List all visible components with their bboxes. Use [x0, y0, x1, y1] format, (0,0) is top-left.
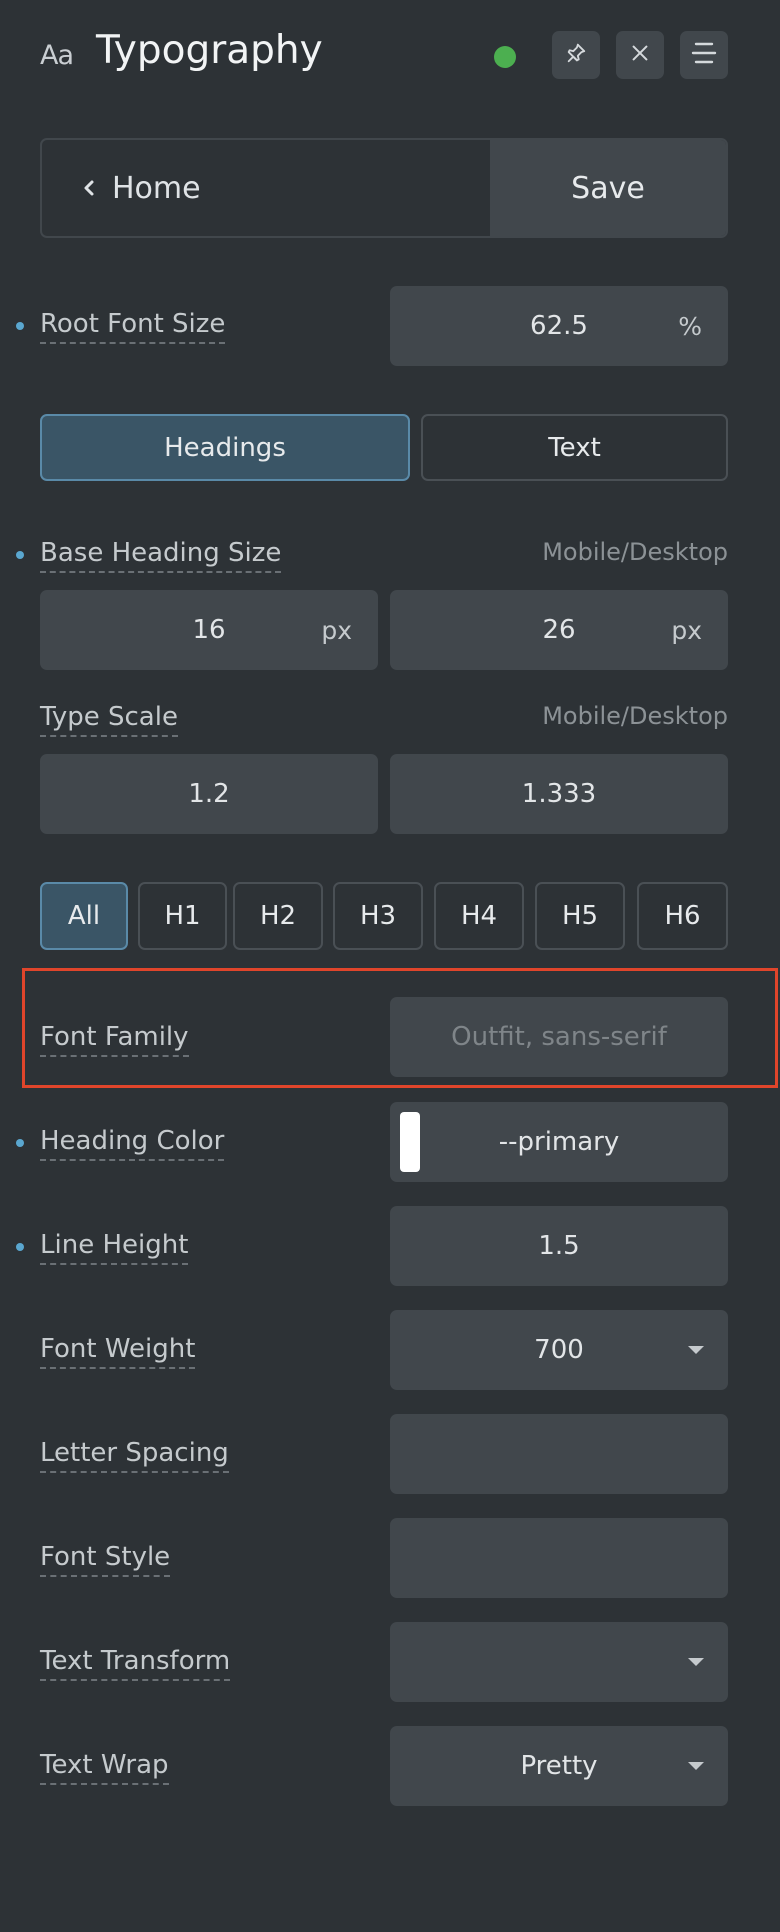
line-height-input[interactable]: 1.5 — [390, 1206, 728, 1286]
chevron-down-icon — [688, 1658, 704, 1666]
status-indicator — [494, 46, 516, 68]
root-font-size-input[interactable]: 62.5 % — [390, 286, 728, 366]
base-heading-size-mobile-input[interactable]: 16 px — [40, 590, 378, 670]
menu-button[interactable] — [680, 31, 728, 79]
chevron-down-icon — [688, 1762, 704, 1770]
close-button[interactable] — [616, 31, 664, 79]
root-font-size-label: Root Font Size — [40, 309, 226, 345]
tab-h2[interactable]: H2 — [233, 882, 323, 950]
modified-indicator — [16, 551, 24, 559]
base-heading-size-desktop-unit: px — [671, 615, 702, 645]
chevron-left-icon — [82, 179, 96, 197]
menu-icon — [690, 39, 718, 71]
root-font-size-value: 62.5 — [530, 311, 588, 341]
modified-indicator — [16, 1243, 24, 1251]
line-height-label: Line Height — [40, 1230, 189, 1266]
font-weight-select[interactable]: 700 — [390, 1310, 728, 1390]
font-family-placeholder: Outfit, sans-serif — [451, 1022, 667, 1052]
font-family-input[interactable]: Outfit, sans-serif — [390, 997, 728, 1077]
base-heading-size-desktop-input[interactable]: 26 px — [390, 590, 728, 670]
heading-color-label: Heading Color — [40, 1126, 225, 1162]
text-transform-label: Text Transform — [40, 1646, 231, 1682]
tab-all[interactable]: All — [40, 882, 128, 950]
nav-bar: Home Save — [40, 138, 728, 238]
tab-h4[interactable]: H4 — [434, 882, 524, 950]
font-style-input[interactable] — [390, 1518, 728, 1598]
home-button[interactable]: Home — [42, 140, 490, 236]
font-weight-label: Font Weight — [40, 1334, 196, 1370]
type-scale-mobile-value: 1.2 — [188, 779, 230, 809]
type-scale-desktop-input[interactable]: 1.333 — [390, 754, 728, 834]
modified-indicator — [16, 322, 24, 330]
tab-h6[interactable]: H6 — [637, 882, 728, 950]
type-scale-hint: Mobile/Desktop — [542, 702, 728, 730]
type-scale-desktop-value: 1.333 — [521, 779, 597, 809]
base-heading-size-mobile-unit: px — [321, 615, 352, 645]
type-scale-label: Type Scale — [40, 702, 178, 738]
text-wrap-select[interactable]: Pretty — [390, 1726, 728, 1806]
tab-headings[interactable]: Headings — [40, 414, 410, 481]
font-weight-value: 700 — [534, 1335, 584, 1365]
base-heading-size-label: Base Heading Size — [40, 538, 282, 574]
save-button[interactable]: Save — [490, 140, 726, 236]
tab-h5[interactable]: H5 — [535, 882, 625, 950]
base-heading-size-hint: Mobile/Desktop — [542, 538, 728, 566]
tab-h1[interactable]: H1 — [138, 882, 227, 950]
pin-button[interactable] — [552, 31, 600, 79]
type-scale-mobile-input[interactable]: 1.2 — [40, 754, 378, 834]
pin-icon — [565, 42, 587, 68]
font-family-label: Font Family — [40, 1022, 189, 1058]
modified-indicator — [16, 1139, 24, 1147]
letter-spacing-label: Letter Spacing — [40, 1438, 229, 1474]
base-heading-size-desktop-value: 26 — [542, 615, 576, 645]
tab-text[interactable]: Text — [421, 414, 728, 481]
text-transform-select[interactable] — [390, 1622, 728, 1702]
chevron-down-icon — [688, 1346, 704, 1354]
heading-color-value: --primary — [498, 1127, 620, 1157]
letter-spacing-input[interactable] — [390, 1414, 728, 1494]
font-style-label: Font Style — [40, 1542, 171, 1578]
close-icon — [629, 42, 651, 68]
typography-icon: Aa — [40, 40, 74, 71]
base-heading-size-mobile-value: 16 — [192, 615, 226, 645]
root-font-size-unit: % — [678, 311, 702, 341]
text-wrap-value: Pretty — [520, 1751, 598, 1781]
tab-h3[interactable]: H3 — [333, 882, 423, 950]
heading-color-input[interactable]: --primary — [390, 1102, 728, 1182]
panel-title: Typography — [96, 28, 323, 73]
color-swatch[interactable] — [400, 1112, 420, 1172]
line-height-value: 1.5 — [538, 1231, 580, 1261]
text-wrap-label: Text Wrap — [40, 1750, 169, 1786]
home-label: Home — [112, 170, 201, 206]
